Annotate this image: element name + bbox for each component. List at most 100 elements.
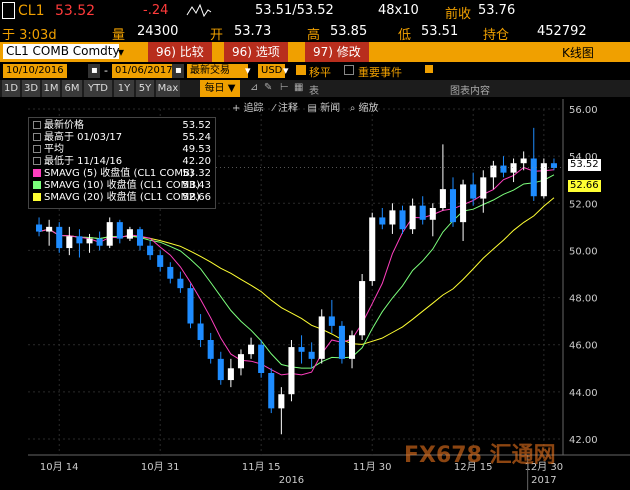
edit-button[interactable]: 97) 修改 — [305, 42, 369, 62]
candle-body — [217, 358, 224, 381]
candle-body — [449, 189, 457, 223]
legend-swatch — [33, 193, 41, 201]
watermark-logo: FX678 汇通网 — [404, 443, 556, 468]
lines-icon[interactable]: ⊿ — [250, 82, 258, 93]
legend-value: 49.53 — [182, 144, 211, 155]
quote-time: 于 3:03d — [2, 28, 57, 43]
security-field[interactable]: CL1 COMB Comdty — [3, 44, 120, 59]
end-date-field[interactable]: 01/06/2017 — [112, 64, 176, 78]
y-tick-label: 46.00 — [569, 341, 598, 352]
legend-item: 最低于 11/14/16 — [33, 156, 122, 167]
calendar-icon[interactable]: ▪ — [88, 64, 100, 78]
candle-body — [540, 163, 547, 197]
zoom-button-5y[interactable]: 5Y — [136, 80, 154, 97]
candle-body — [349, 335, 356, 359]
y-tick-label: 52.00 — [569, 199, 598, 210]
ticker-symbol[interactable]: CL1 — [18, 3, 44, 19]
events-checkbox[interactable] — [344, 65, 354, 75]
legend-label: 最低于 11/14/16 — [44, 156, 123, 167]
legend-label: SMAVG (5) 收盘值 (CL1 COMB) — [44, 168, 194, 179]
legend-value: 52.66 — [182, 192, 211, 203]
candle-body — [409, 205, 416, 230]
zoom-button-6m[interactable]: 6M — [62, 80, 82, 97]
legend-item: 最高于 01/03/17 — [33, 132, 122, 143]
smooth-checkbox[interactable] — [296, 65, 306, 75]
function-toolbar: CL1 COMB Comdty ▾ 96) 比较 96) 选项 97) 修改 K… — [0, 42, 630, 62]
table-button[interactable]: 表 — [309, 82, 319, 97]
high-label: 高 — [307, 28, 321, 43]
candle-body — [177, 278, 184, 289]
security-icon[interactable] — [2, 2, 15, 19]
x-tick-label: 10月 31 — [141, 461, 180, 473]
smooth-label: 移平 — [309, 66, 331, 79]
start-date-field[interactable]: 10/10/2016 — [3, 64, 67, 78]
chevron-down-icon[interactable]: ▾ — [283, 64, 289, 77]
candle-body — [66, 236, 73, 249]
zoom-button-3d[interactable]: 3D — [22, 80, 40, 97]
news-button[interactable]: ▤ 新闻 — [308, 103, 341, 114]
zoom-button-1y[interactable]: 1Y — [114, 80, 134, 97]
track-button[interactable]: + 追踪 — [232, 103, 264, 114]
candle-body — [470, 184, 477, 199]
candle-body — [399, 210, 406, 230]
candle-body — [500, 165, 507, 173]
candle-body — [530, 158, 537, 197]
candle-body — [187, 288, 194, 324]
calendar-icon[interactable]: ▪ — [172, 64, 184, 78]
x-tick-label: 11月 15 — [242, 461, 281, 473]
open-interest-value: 452792 — [537, 24, 587, 39]
annotate-button[interactable]: ⁄ 注释 — [273, 103, 298, 114]
legend-swatch — [33, 145, 41, 153]
grid-icon[interactable]: ▦ — [294, 82, 303, 93]
frequency-select[interactable]: 每日 ▼ — [200, 80, 240, 97]
candle-body — [308, 351, 315, 359]
open-label: 开 — [210, 28, 224, 43]
dropdown-arrow-icon[interactable]: ▾ — [118, 45, 124, 59]
options-button[interactable]: 96) 选项 — [224, 42, 288, 62]
candle-body — [460, 184, 467, 223]
quote-bar: 于 3:03d 量 24300 开 53.73 高 53.85 低 53.51 … — [0, 22, 630, 43]
candle-body — [237, 354, 244, 369]
bid-ask: 53.51/53.52 — [255, 3, 334, 18]
legend-item: SMAVG (5) 收盘值 (CL1 COMB) — [33, 168, 194, 179]
candle-body — [248, 344, 255, 355]
sma20-line — [38, 197, 555, 345]
last-price: 53.52 — [55, 3, 96, 19]
events-dropdown[interactable] — [425, 65, 433, 73]
prev-close-label: 前收 — [445, 7, 472, 22]
candle-body — [147, 245, 154, 256]
draw-icon[interactable]: ✎ — [264, 82, 272, 93]
candle-body — [379, 217, 386, 225]
legend-value: 42.20 — [182, 156, 211, 167]
candle-body — [288, 347, 295, 395]
ruler-icon[interactable]: ⊢ — [280, 82, 289, 93]
zoom-button-1m[interactable]: 1M — [42, 80, 60, 97]
volume-label: 量 — [112, 28, 126, 43]
candle-body — [278, 394, 285, 409]
zoom-button-ytd[interactable]: YTD — [84, 80, 112, 97]
candle-body — [36, 224, 43, 232]
candle-body — [126, 229, 133, 239]
low-label: 低 — [398, 28, 412, 43]
y-tick-label: 56.00 — [569, 105, 598, 116]
candle-body — [338, 325, 345, 359]
open-interest-label: 持仓 — [483, 28, 510, 43]
legend-value: 53.32 — [182, 168, 211, 179]
period-select[interactable]: 最新交易 — [187, 64, 248, 78]
legend-swatch — [33, 169, 41, 177]
currency-select[interactable]: USD — [258, 64, 286, 78]
price-chart[interactable]: 56.00 54.00 52.00 50.00 48.00 46.00 44.00 42.00… — [0, 97, 630, 490]
zoom-button-1d[interactable]: 1D — [2, 80, 20, 97]
chevron-down-icon[interactable]: ▾ — [245, 64, 251, 77]
legend-label: 最新价格 — [44, 120, 84, 131]
legend-swatch — [33, 157, 41, 165]
compare-button[interactable]: 96) 比较 — [148, 42, 212, 62]
chart-content-button[interactable]: 图表内容 — [450, 82, 490, 97]
candle-body — [480, 177, 487, 199]
zoom-button-max[interactable]: Max — [156, 80, 180, 97]
zoom-button[interactable]: ⌕ 缩放 — [350, 103, 379, 114]
legend-label: SMAVG (20) 收盘值 (CL1 COMB) — [44, 192, 201, 203]
legend-label: SMAVG (10) 收盘值 (CL1 COMB) — [44, 180, 201, 191]
candle-body — [490, 165, 497, 178]
open-value: 53.73 — [234, 24, 272, 39]
